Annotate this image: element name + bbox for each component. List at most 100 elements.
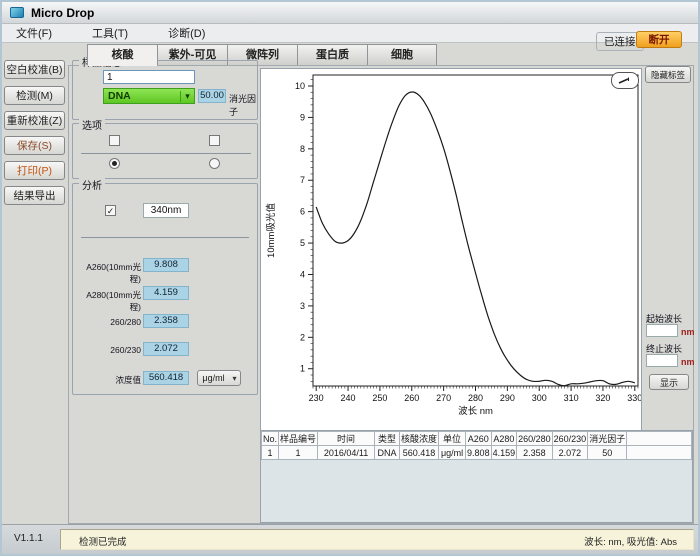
extinction-factor-value: 50.00 [198, 89, 226, 103]
status-message: 检测已完成 [79, 534, 127, 548]
app-icon [10, 7, 24, 18]
start-wavelength-input[interactable] [646, 324, 678, 337]
cell-260-230: 2.072 [552, 446, 588, 460]
cell-260-280: 2.358 [517, 446, 553, 460]
ratio-260-280-label: 260/280 [75, 317, 141, 327]
cell-time: 2016/04/11 [318, 446, 375, 460]
a260-value: 9.808 [143, 258, 189, 272]
menu-bar: 文件(F) 工具(T) 诊断(D) [2, 24, 698, 43]
cell-sample-id: 1 [279, 446, 318, 460]
sample-type-select[interactable]: DNA ▾ [103, 88, 195, 104]
options-divider [81, 153, 251, 154]
export-results-button[interactable]: 结果导出 [4, 186, 65, 205]
wavelength-checkbox[interactable]: ✓ [105, 205, 116, 216]
col-260-230: 260/230 [552, 432, 588, 446]
svg-text:7: 7 [300, 175, 305, 185]
save-button[interactable]: 保存(S) [4, 136, 65, 155]
tab-protein[interactable]: 蛋白质 [297, 44, 367, 66]
spectrum-chart-panel: 2302402502602702802903003103203301234567… [260, 68, 642, 432]
version-label: V1.1.1 [14, 533, 43, 544]
svg-text:330: 330 [627, 393, 641, 403]
col-sample-id: 样品编号 [279, 432, 318, 446]
print-button[interactable]: 打印(P) [4, 161, 65, 180]
spectrum-chart: 2302402502602702802903003103203301234567… [261, 69, 641, 431]
measure-button[interactable]: 检测(M) [4, 86, 65, 105]
col-time: 时间 [318, 432, 375, 446]
cell-factor: 50 [588, 446, 627, 460]
unit-select[interactable]: μg/ml ▾ [197, 370, 241, 386]
col-a280: A280 [491, 432, 517, 446]
table-row[interactable]: 1 1 2016/04/11 DNA 560.418 μg/ml 9.808 4… [262, 446, 692, 460]
extinction-factor-label: 消光因子 [229, 92, 257, 118]
title-bar[interactable]: Micro Drop [2, 2, 698, 24]
pencil-tool-button[interactable] [611, 72, 639, 89]
svg-text:310: 310 [564, 393, 579, 403]
sample-type-value: DNA [104, 90, 180, 102]
disconnect-button[interactable]: 断开 [636, 31, 682, 48]
status-bar: V1.1.1 检测已完成 波长: nm, 吸光值: Abs [2, 524, 700, 556]
col-factor: 消光因子 [588, 432, 627, 446]
svg-text:1: 1 [300, 364, 305, 374]
analysis-divider [81, 237, 249, 238]
svg-text:280: 280 [468, 393, 483, 403]
tab-row: 核酸 紫外-可见 微阵列 蛋白质 细胞 [87, 44, 437, 66]
svg-text:3: 3 [300, 301, 305, 311]
svg-text:5: 5 [300, 238, 305, 248]
menu-diagnostics[interactable]: 诊断(D) [156, 23, 217, 43]
col-filler [627, 432, 692, 446]
end-wavelength-input[interactable] [646, 354, 678, 367]
svg-text:260: 260 [404, 393, 419, 403]
option-checkbox-1[interactable] [109, 135, 120, 146]
end-nm-label: nm [681, 357, 695, 367]
status-panel: 检测已完成 波长: nm, 吸光值: Abs [60, 529, 694, 550]
a280-label: A280(10mm光程) [75, 289, 141, 313]
svg-text:波长 nm: 波长 nm [458, 405, 493, 417]
pencil-icon [617, 76, 633, 85]
col-unit: 单位 [439, 432, 466, 446]
col-a260: A260 [466, 432, 492, 446]
col-type: 类型 [375, 432, 400, 446]
cell-concentration: 560.418 [400, 446, 439, 460]
hide-labels-button[interactable]: 隐藏标签 [645, 66, 691, 83]
window-title: Micro Drop [31, 6, 94, 20]
option-radio-2[interactable] [209, 158, 220, 169]
wavelength-input[interactable] [143, 203, 189, 218]
svg-text:230: 230 [309, 393, 324, 403]
svg-text:320: 320 [595, 393, 610, 403]
svg-text:8: 8 [300, 144, 305, 154]
svg-text:10mm吸光值: 10mm吸光值 [265, 203, 277, 258]
cell-a260: 9.808 [466, 446, 492, 460]
svg-text:10: 10 [295, 81, 305, 91]
ratio-260-230-value: 2.072 [143, 342, 189, 356]
concentration-label: 浓度值 [75, 374, 141, 386]
blank-calibrate-button[interactable]: 空白校准(B) [4, 60, 65, 79]
a280-value: 4.159 [143, 286, 189, 300]
options-group: 选项 [72, 123, 258, 179]
svg-text:6: 6 [300, 207, 305, 217]
sample-id-input[interactable] [103, 70, 195, 84]
menu-tools[interactable]: 工具(T) [80, 23, 140, 43]
concentration-value: 560.418 [143, 371, 189, 385]
show-button[interactable]: 显示 [649, 374, 689, 390]
cursor-readout: 波长: nm, 吸光值: Abs [584, 534, 677, 548]
col-260-280: 260/280 [517, 432, 553, 446]
cell-no: 1 [262, 446, 279, 460]
svg-text:250: 250 [372, 393, 387, 403]
option-radio-1[interactable] [109, 158, 120, 169]
menu-file[interactable]: 文件(F) [4, 23, 64, 43]
cell-unit: μg/ml [439, 446, 466, 460]
options-title: 选项 [79, 117, 105, 132]
tab-cell[interactable]: 细胞 [367, 44, 437, 66]
tab-nucleic-acid[interactable]: 核酸 [87, 44, 157, 66]
col-no: No. [262, 432, 279, 446]
recalibrate-button[interactable]: 重新校准(Z) [4, 111, 65, 130]
option-checkbox-2[interactable] [209, 135, 220, 146]
svg-text:2: 2 [300, 332, 305, 342]
ratio-260-280-value: 2.358 [143, 314, 189, 328]
svg-text:290: 290 [500, 393, 515, 403]
svg-text:300: 300 [532, 393, 547, 403]
cell-filler [627, 446, 692, 460]
chevron-down-icon: ▾ [180, 91, 194, 102]
app-window: Micro Drop 文件(F) 工具(T) 诊断(D) 核酸 紫外-可见 微阵… [0, 0, 700, 556]
results-table[interactable]: No. 样品编号 时间 类型 核酸浓度 单位 A260 A280 260/280… [261, 431, 692, 460]
